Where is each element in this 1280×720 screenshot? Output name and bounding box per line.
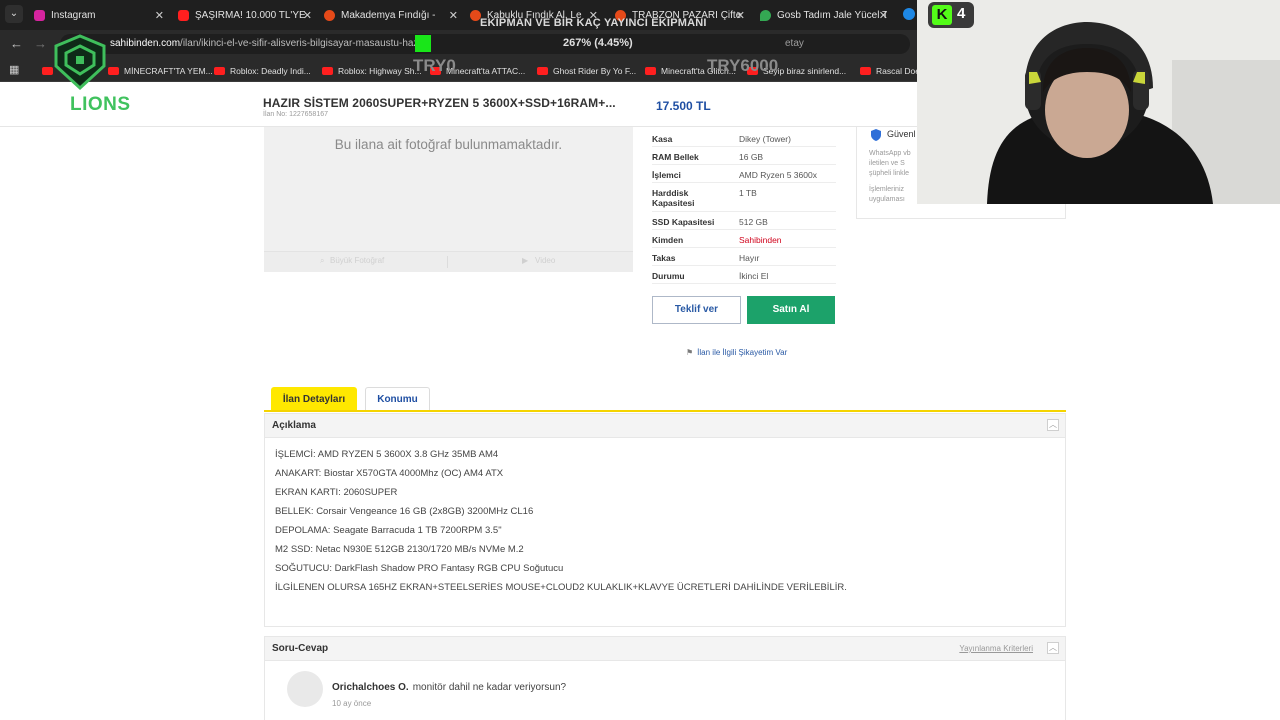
close-icon[interactable]: ✕ xyxy=(736,9,745,22)
youtube-icon xyxy=(178,9,189,21)
info-row: Takas Hayır xyxy=(652,248,836,266)
close-icon[interactable]: ✕ xyxy=(879,9,888,22)
photo-area: Bu ilana ait fotoğraf bulunmamaktadır. ⌕… xyxy=(264,127,633,272)
youtube-icon xyxy=(645,67,656,75)
kick-icon: K xyxy=(932,5,952,25)
webcam-feed xyxy=(917,0,1280,204)
url-host: sahibinden.com xyxy=(110,38,181,49)
description-section: Açıklama ︿ İŞLEMCİ: AMD RYZEN 5 3600X 3.… xyxy=(264,413,1066,627)
browser-tab[interactable]: Makademya Fındığı - ✕ xyxy=(324,3,458,27)
tab-listing-details[interactable]: İlan Detayları xyxy=(271,387,357,412)
browser-tab[interactable]: Gosb Tadım Jale Yücel Te ✕ xyxy=(760,3,888,27)
big-photo-link[interactable]: Büyük Fotoğraf xyxy=(330,256,384,265)
description-body: İŞLEMCİ: AMD RYZEN 5 3600X 3.8 GHz 35MB … xyxy=(265,438,1065,600)
info-row: SSD Kapasitesi 512 GB xyxy=(652,212,836,230)
collapse-icon[interactable]: ︿ xyxy=(1047,642,1059,654)
description-header: Açıklama ︿ xyxy=(265,414,1065,438)
info-row: Durumu İkinci El xyxy=(652,266,836,284)
address-bar-row: ← → sahibinden.com/ilan/ikinci-el-ve-sif… xyxy=(0,30,917,58)
no-photo-message: Bu ilana ait fotoğraf bulunmamaktadır. xyxy=(334,137,563,152)
url-path: /ilan/ikinci-el-ve-sifir-alisveris-bilgi… xyxy=(180,38,419,49)
kick-viewer-badge: K 4 xyxy=(928,2,974,28)
apps-grid-icon[interactable]: ▦ xyxy=(9,63,19,76)
info-row: İşlemci AMD Ryzen 5 3600x xyxy=(652,165,836,183)
zoom-icon: ⌕ xyxy=(320,256,325,265)
criteria-link[interactable]: Yayınlanma Kriterleri xyxy=(959,644,1033,653)
instagram-icon xyxy=(34,9,45,21)
overlay-detay-text: etay xyxy=(785,38,804,49)
buy-button[interactable]: Satın Al xyxy=(747,296,835,324)
listing-info-table: Kasa Dikey (Tower) RAM Bellek 16 GB İşlemc… xyxy=(652,129,836,284)
toolbar-divider xyxy=(447,256,448,268)
description-line: SOĞUTUCU: DarkFlash Shadow PRO Fantasy R… xyxy=(275,563,564,574)
url-field[interactable]: sahibinden.com/ilan/ikinci-el-ve-sifir-a… xyxy=(60,34,910,54)
site-icon xyxy=(324,9,335,21)
back-icon[interactable]: ← xyxy=(10,36,23,51)
description-line: İŞLEMCİ: AMD RYZEN 5 3600X 3.8 GHz 35MB … xyxy=(275,449,499,460)
qa-question: Orichalchoes O. monitör dahil ne kadar ve… xyxy=(332,682,566,693)
bookmark-item[interactable]: Rascal Does xyxy=(860,64,924,78)
description-line: BELLEK: Corsair Vengeance 16 GB (2x8GB) … xyxy=(275,506,534,517)
bookmark-item[interactable]: Roblox: Deadly Indi... xyxy=(214,64,311,78)
bookmarks-bar: ▦ MİNECRAFT'TA YEM... Roblox: Deadly Ind… xyxy=(0,58,924,82)
listing-number: İlan No: 1227658167 xyxy=(263,111,328,118)
browser-tab[interactable]: Instagram ✕ xyxy=(34,3,164,27)
info-row: Kasa Dikey (Tower) xyxy=(652,129,836,147)
qa-section: Soru-Cevap Yayınlanma Kriterleri ︿ Orich… xyxy=(264,636,1066,720)
qa-time: 10 ay önce xyxy=(332,699,372,708)
tab-favicon-icon[interactable] xyxy=(903,8,915,20)
flag-icon: ⚑ xyxy=(686,348,694,357)
overlay-goal-end: TRY6000 xyxy=(707,56,779,75)
info-row: RAM Bellek 16 GB xyxy=(652,147,836,165)
forward-icon[interactable]: → xyxy=(34,36,47,51)
description-line: M2 SSD: Netac N930E 512GB 2130/1720 MB/s… xyxy=(275,544,524,555)
complaint-link[interactable]: ⚑ İlan ile İlgili Şikayetim Var xyxy=(686,348,787,357)
bookmark-item[interactable]: Ghost Rider By Yo F... xyxy=(537,64,636,78)
video-icon: ▶ xyxy=(522,256,529,265)
webcam-image xyxy=(917,0,1280,204)
shield-icon xyxy=(871,129,881,141)
description-line: DEPOLAMA: Seagate Barracuda 1 TB 7200RPM… xyxy=(275,525,502,536)
overlay-percent: 267% (4.45%) xyxy=(563,37,633,49)
description-line: İLGİLENEN OLURSA 165HZ EKRAN+STEELSERİES… xyxy=(275,582,847,593)
close-icon[interactable]: ✕ xyxy=(303,9,312,22)
lions-logo xyxy=(54,34,106,91)
tab-location[interactable]: Konumu xyxy=(365,387,430,411)
logo-text: LIONS xyxy=(70,94,131,115)
viewer-count: 4 xyxy=(957,5,966,22)
description-line: EKRAN KARTI: 2060SUPER xyxy=(275,487,398,498)
avatar xyxy=(287,671,323,707)
overlay-goal-start: TRY0 xyxy=(413,56,456,75)
qa-header: Soru-Cevap Yayınlanma Kriterleri ︿ xyxy=(265,637,1065,661)
overlay-progress-marker xyxy=(415,35,431,52)
info-row: Kimden Sahibinden xyxy=(652,230,836,248)
video-link[interactable]: Video xyxy=(535,256,555,265)
youtube-icon xyxy=(537,67,548,75)
close-icon[interactable]: ✕ xyxy=(155,9,164,22)
browser-tab[interactable]: ŞAŞIRMA! 10.000 TL'YE E ✕ xyxy=(178,3,312,27)
make-offer-button[interactable]: Teklif ver xyxy=(652,296,741,324)
bookmark-item[interactable]: MİNECRAFT'TA YEM... xyxy=(108,64,213,78)
qa-question-text: monitör dahil ne kadar veriyorsun? xyxy=(412,682,567,693)
youtube-icon xyxy=(322,67,333,75)
bookmark-item[interactable]: Roblox: Highway Sh... xyxy=(322,64,422,78)
listing-title: HAZIR SİSTEM 2060SUPER+RYZEN 5 3600X+SSD… xyxy=(263,96,616,110)
tabs-underline xyxy=(264,410,1066,412)
maps-icon xyxy=(760,9,771,21)
overlay-title: EKİPMAN VE BİR KAÇ YAYINCI EKİPMANI xyxy=(480,17,707,29)
screen: ⌄ Instagram ✕ ŞAŞIRMA! 10.000 TL'YE E ✕ … xyxy=(0,0,1280,720)
collapse-icon[interactable]: ︿ xyxy=(1047,419,1059,431)
info-row: Harddisk Kapasitesi 1 TB xyxy=(652,183,836,212)
youtube-icon xyxy=(860,67,871,75)
listing-price: 17.500 TL xyxy=(656,99,711,113)
browser-tab-bar: ⌄ Instagram ✕ ŞAŞIRMA! 10.000 TL'YE E ✕ … xyxy=(0,0,917,30)
description-line: ANAKART: Biostar X570GTA 4000Mhz (OC) AM… xyxy=(275,468,504,479)
close-icon[interactable]: ✕ xyxy=(449,9,458,22)
youtube-icon xyxy=(214,67,225,75)
qa-username: Orichalchoes O. xyxy=(332,682,409,693)
photo-toolbar: ⌕ Büyük Fotoğraf ▶ Video xyxy=(264,251,633,272)
tab-search-icon[interactable]: ⌄ xyxy=(5,5,23,23)
